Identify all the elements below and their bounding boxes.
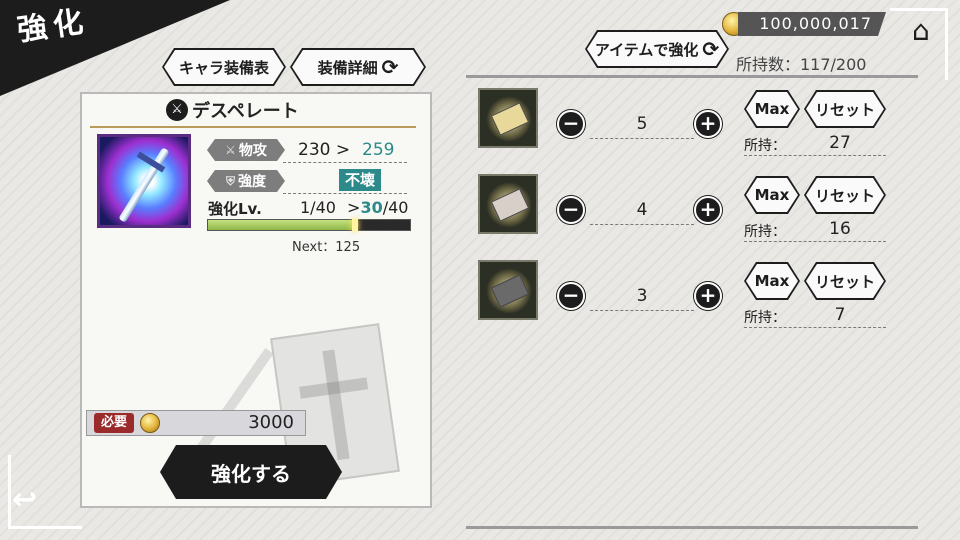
divider (90, 126, 416, 128)
level-label: 強化Lv. (208, 200, 262, 218)
plus-button[interactable]: + (694, 282, 722, 310)
item-enhance-button[interactable]: アイテムで強化 ⟳ (585, 30, 729, 68)
level-progress-bar (207, 219, 411, 231)
attack-current: 230 > (298, 140, 351, 160)
owned-count: 16 (829, 219, 851, 239)
owned-label: 所持： (744, 310, 786, 326)
item-enhance-label: アイテムで強化 (594, 40, 699, 59)
owned-label: 所持： (744, 138, 786, 154)
durability-value: 不壊 (339, 169, 382, 191)
reset-label: リセット (814, 100, 875, 119)
quantity-underline (590, 310, 694, 311)
max-label: Max (754, 100, 790, 118)
level-values: 1/40 >30/40 (300, 198, 408, 217)
reset-label: リセット (814, 186, 875, 205)
owned-underline (744, 155, 886, 156)
item-icon (478, 88, 538, 148)
next-exp: Next：125 (292, 240, 361, 255)
plus-icon: + (699, 111, 717, 135)
durability-label: 強度 (238, 174, 266, 190)
minus-icon: − (562, 197, 580, 221)
owned-underline (744, 241, 886, 242)
panel-top-rule (466, 75, 918, 78)
max-button[interactable]: Max (744, 90, 800, 128)
attack-tag: ⚔ 物攻 (207, 139, 285, 161)
enhance-button-label: 強化する (211, 461, 291, 486)
level-progress-fill (208, 220, 356, 230)
item-icon (478, 260, 538, 320)
currency-amount: 100,000,017 (738, 12, 886, 36)
attack-underline (283, 162, 407, 163)
enhance-button[interactable]: 強化する (160, 445, 342, 499)
level-max: /40 (382, 198, 409, 217)
minus-button[interactable]: − (557, 110, 585, 138)
tab-char-equip-label: キャラ装備表 (178, 58, 269, 77)
durability-underline (283, 193, 407, 194)
attack-label: 物攻 (238, 143, 267, 159)
owned-underline (744, 327, 886, 328)
item-icon (478, 174, 538, 234)
max-button[interactable]: Max (744, 176, 800, 214)
weapon-name: デスペレート (192, 101, 299, 122)
weapon-title: ⚔ デスペレート (166, 97, 299, 123)
item-quantity: 3 (636, 286, 648, 306)
quantity-underline (590, 224, 694, 225)
reset-label: リセット (814, 272, 875, 291)
back-icon[interactable]: ↩ (12, 482, 37, 517)
plus-button[interactable]: + (694, 110, 722, 138)
minus-icon: − (562, 111, 580, 135)
plus-button[interactable]: + (694, 196, 722, 224)
level-progress-marker (352, 219, 359, 231)
attack-next: 259 (362, 140, 395, 160)
minus-button[interactable]: − (557, 196, 585, 224)
refresh-icon: ⟳ (702, 37, 720, 61)
owned-label: 所持： (744, 224, 786, 240)
holdings-count: 所持数：117/200 (736, 55, 867, 74)
tab-char-equip[interactable]: キャラ装備表 (162, 48, 286, 86)
cost-value: 3000 (248, 412, 294, 433)
coin-icon (140, 413, 160, 433)
level-current: 1/40 (300, 198, 336, 217)
durability-icon: ⛨ (225, 173, 235, 188)
quantity-underline (590, 138, 694, 139)
tab-equip-detail[interactable]: 装備詳細 ⟳ (290, 48, 426, 86)
minus-button[interactable]: − (557, 282, 585, 310)
level-arrow: > (347, 198, 361, 217)
refresh-icon: ⟳ (381, 55, 399, 79)
item-quantity: 5 (636, 114, 648, 134)
home-icon[interactable]: ⌂ (912, 14, 930, 47)
max-label: Max (754, 186, 790, 204)
attack-icon: ⚔ (225, 143, 236, 157)
owned-count: 27 (829, 133, 851, 153)
max-label: Max (754, 272, 790, 290)
panel-bottom-rule (466, 526, 918, 529)
reset-button[interactable]: リセット (804, 262, 886, 300)
max-button[interactable]: Max (744, 262, 800, 300)
plus-icon: + (699, 283, 717, 307)
owned-count: 7 (834, 305, 846, 325)
minus-icon: − (562, 283, 580, 307)
reset-button[interactable]: リセット (804, 90, 886, 128)
level-next: 30 (360, 198, 383, 217)
reset-button[interactable]: リセット (804, 176, 886, 214)
weapon-icon[interactable] (97, 134, 191, 228)
plus-icon: + (699, 197, 717, 221)
sword-type-icon: ⚔ (166, 99, 188, 121)
tab-equip-detail-label: 装備詳細 (317, 58, 378, 77)
cost-label: 必要 (94, 413, 134, 433)
durability-tag: ⛨ 強度 (207, 170, 285, 192)
item-quantity: 4 (636, 200, 648, 220)
